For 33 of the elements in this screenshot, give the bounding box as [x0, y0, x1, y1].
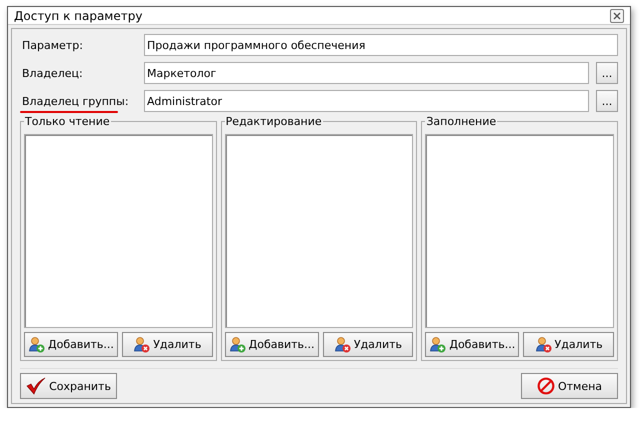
cancel-button[interactable]: Отмена [521, 373, 618, 399]
input-field[interactable]: Продажи программного обеспечения [144, 34, 618, 56]
close-button[interactable] [610, 8, 624, 22]
close-icon [613, 12, 621, 20]
group-title: Только чтение [24, 115, 111, 128]
group-title: Заполнение [425, 115, 498, 128]
window-title: Доступ к параметру [14, 8, 142, 22]
group-title: Редактирование [224, 115, 323, 128]
user-remove-icon [133, 336, 150, 353]
remove-button[interactable]: Удалить [322, 332, 414, 357]
browse-button[interactable]: ... [596, 90, 618, 112]
input-field[interactable]: Маркетолог [144, 62, 589, 84]
add-button[interactable]: Добавить... [24, 332, 118, 357]
save-button[interactable]: Сохранить [20, 373, 117, 399]
browse-button[interactable]: ... [596, 62, 618, 84]
user-add-icon [228, 336, 246, 353]
list-box[interactable] [24, 134, 213, 328]
user-add-icon [429, 336, 446, 353]
input-field[interactable]: Administrator [144, 90, 589, 112]
user-remove-icon [334, 336, 351, 353]
user-remove-icon [534, 336, 552, 353]
field-label: Параметр: [22, 38, 83, 52]
field-label: Владелец: [22, 66, 83, 80]
checkmark-icon [26, 377, 46, 395]
remove-button[interactable]: Удалить [523, 332, 614, 357]
no-entry-icon [536, 377, 555, 395]
user-add-icon [28, 336, 45, 353]
field-label: Владелец группы: [22, 94, 129, 108]
list-box[interactable] [425, 134, 614, 328]
add-button[interactable]: Добавить... [224, 332, 319, 357]
add-button[interactable]: Добавить... [425, 332, 520, 357]
list-box[interactable] [224, 134, 414, 328]
remove-button[interactable]: Удалить [122, 332, 213, 357]
